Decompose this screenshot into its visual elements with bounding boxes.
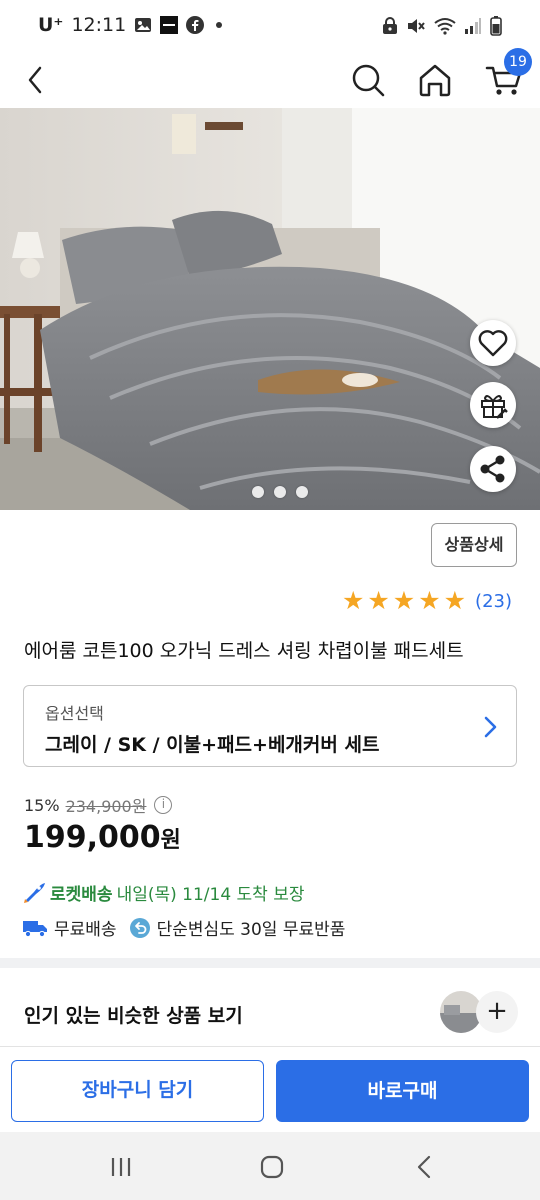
recent-apps-icon[interactable] [106,1154,136,1180]
chevron-right-icon [484,716,497,738]
carrier-label: U⁺ [38,14,64,36]
star-icon: ★ [392,586,416,615]
section-divider [0,958,540,968]
status-bar: U⁺ 12:11 [0,0,540,56]
buy-now-button[interactable]: 바로구매 [276,1060,529,1122]
sale-price: 199,000원 [24,820,181,855]
original-price: 234,900원 [65,797,147,816]
back-icon[interactable] [18,58,58,102]
home-nav-icon[interactable] [257,1154,287,1180]
star-icon: ★ [418,586,441,615]
star-icon: ★ [341,586,365,615]
heart-icon [478,330,508,357]
mute-icon [408,19,425,33]
discount-row: 15% 234,900원 i [24,793,173,817]
return-icon [129,917,150,938]
product-image-carousel[interactable] [0,108,540,510]
add-to-cart-button[interactable]: 장바구니 담기 [11,1060,264,1122]
rocket-delivery-label: 로켓배송 [50,885,113,905]
option-selector[interactable]: 옵션선택 그레이 / SK / 이불+패드+베개커버 세트 [23,685,517,767]
carousel-indicator [252,486,308,498]
product-detail-button[interactable]: 상품상세 [431,523,517,567]
search-icon[interactable] [350,60,386,100]
sale-price-unit: 원 [160,828,181,853]
product-photo [0,108,540,510]
review-count-link[interactable]: (23) [475,591,512,612]
gift-icon [481,395,508,419]
more-notifications-dot [216,22,223,28]
home-icon[interactable] [416,60,454,100]
status-left: U⁺ 12:11 [38,14,223,36]
gallery-icon [135,18,152,32]
clock: 12:11 [71,14,127,36]
wishlist-button[interactable] [470,320,516,366]
top-app-bar [0,56,540,108]
carousel-dot [296,486,308,498]
discount-rate: 15% [24,795,60,815]
battery-icon [490,16,502,36]
option-label: 옵션선택 [45,704,104,723]
carousel-dot [252,486,264,498]
option-value: 그레이 / SK / 이불+패드+베개커버 세트 [45,734,380,756]
free-return-label: 단순변심도 30일 무료반품 [156,920,346,940]
truck-icon [23,920,47,937]
star-icon: ★ [367,586,390,615]
rating[interactable]: ★ ★ ★ ★ ★ (23) [342,588,512,614]
similar-products-row[interactable]: 인기 있는 비슷한 상품 보기 + [0,985,540,1041]
rocket-icon [24,882,45,903]
info-icon[interactable]: i [154,796,173,814]
product-title: 에어룸 코튼100 오가닉 드레스 셔링 차렵이불 패드세트 [24,640,464,662]
lock-icon [383,17,397,34]
app-icon [160,16,179,34]
sale-price-amount: 199,000 [24,820,161,855]
free-shipping-label: 무료배송 [54,920,117,940]
status-right [382,16,502,36]
back-nav-icon[interactable] [410,1154,440,1180]
purchase-action-bar: 장바구니 담기 바로구매 [0,1046,540,1132]
similar-products-title: 인기 있는 비슷한 상품 보기 [24,1005,243,1027]
gift-button[interactable] [470,382,516,428]
share-button[interactable] [470,446,516,492]
cart-count-badge: 19 [504,48,532,76]
shipping-row: 무료배송 단순변심도 30일 무료반품 [22,915,345,940]
delivery-date: 내일(목) 11/14 도착 보장 [116,885,305,905]
facebook-icon [186,16,205,34]
wifi-icon [434,18,456,35]
carousel-dot [274,486,286,498]
system-navigation-bar [0,1132,540,1200]
star-icon: ★ [443,586,467,615]
rocket-delivery-row: 로켓배송 내일(목) 11/14 도착 보장 [22,880,305,905]
share-icon [480,455,505,483]
signal-icon [465,18,481,34]
plus-icon[interactable]: + [476,991,518,1033]
